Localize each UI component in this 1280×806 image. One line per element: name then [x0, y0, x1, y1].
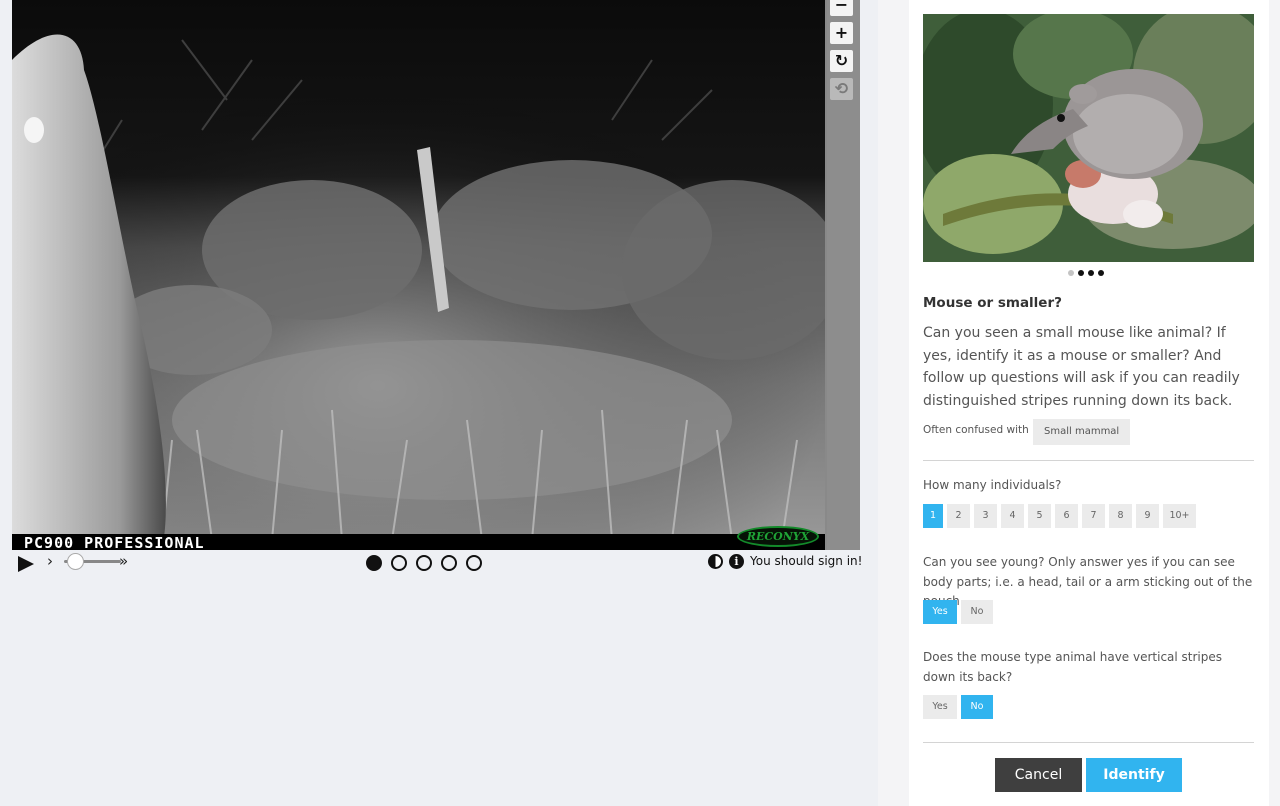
rotate-icon[interactable]: ↻ — [830, 50, 853, 72]
divider — [923, 460, 1254, 461]
speed-slider-thumb[interactable] — [67, 553, 85, 570]
reset-icon[interactable]: ⟲ — [830, 78, 853, 100]
carousel-dot-3[interactable] — [1088, 270, 1094, 276]
q3-option-no[interactable]: No — [961, 695, 993, 719]
photo-carousel-dots — [1068, 270, 1104, 276]
signin-message: You should sign in! — [750, 554, 863, 568]
frame-dot-4[interactable] — [441, 555, 457, 571]
question-stripes-label: Does the mouse type animal have vertical… — [923, 650, 1223, 684]
q3-option-yes[interactable]: Yes — [923, 695, 957, 719]
q1-option-5[interactable]: 5 — [1028, 504, 1051, 528]
question-individuals-label: How many individuals? — [923, 478, 1062, 492]
speed-slow-icon: › — [47, 552, 53, 570]
zoom-in-icon[interactable]: + — [830, 22, 853, 44]
identification-panel: Mouse or smaller? Can you seen a small m… — [878, 0, 1280, 806]
q1-option-2[interactable]: 2 — [947, 504, 970, 528]
carousel-dot-1[interactable] — [1068, 270, 1074, 276]
confused-with-chip[interactable]: Small mammal — [1033, 419, 1131, 445]
camera-trap-photo[interactable]: PC900 PROFESSIONAL RECONYX — [12, 0, 825, 550]
q1-option-8[interactable]: 8 — [1109, 504, 1132, 528]
speed-fast-icon: » — [119, 552, 129, 570]
frame-dot-5[interactable] — [466, 555, 482, 571]
q1-option-9[interactable]: 9 — [1136, 504, 1159, 528]
frame-dot-1[interactable] — [366, 555, 382, 571]
species-title: Mouse or smaller? — [923, 295, 1062, 311]
q2-option-no[interactable]: No — [961, 600, 993, 624]
species-card: Mouse or smaller? Can you seen a small m… — [909, 0, 1269, 806]
cancel-button[interactable]: Cancel — [995, 758, 1082, 792]
carousel-dot-4[interactable] — [1098, 270, 1104, 276]
identify-button[interactable]: Identify — [1086, 758, 1182, 792]
zoom-toolbar: − + ↻ ⟲ — [827, 0, 860, 550]
q1-option-1[interactable]: 1 — [923, 504, 943, 528]
camera-stamp: PC900 PROFESSIONAL — [24, 534, 205, 550]
species-reference-photo[interactable] — [923, 14, 1254, 262]
frame-pager — [366, 555, 482, 571]
mouse-photo — [923, 14, 1254, 262]
info-icon[interactable]: i — [729, 554, 744, 569]
q1-option-3[interactable]: 3 — [974, 504, 997, 528]
carousel-dot-2[interactable] — [1078, 270, 1084, 276]
q1-option-10plus[interactable]: 10+ — [1163, 504, 1196, 528]
frame-dot-3[interactable] — [416, 555, 432, 571]
species-description: Can you seen a small mouse like animal? … — [923, 325, 1240, 409]
play-icon — [18, 556, 34, 572]
playback-controls: › » i You should sign in! — [12, 550, 863, 577]
image-viewer: PC900 PROFESSIONAL RECONYX − + ↻ ⟲ — [12, 0, 860, 550]
frame-dot-2[interactable] — [391, 555, 407, 571]
zoom-out-icon[interactable]: − — [830, 0, 853, 16]
reconyx-logo: RECONYX — [737, 526, 819, 547]
play-button[interactable] — [17, 555, 35, 577]
q1-option-4[interactable]: 4 — [1001, 504, 1024, 528]
night-scene-image — [12, 0, 825, 550]
q1-option-7[interactable]: 7 — [1082, 504, 1105, 528]
q2-option-yes[interactable]: Yes — [923, 600, 957, 624]
divider — [923, 742, 1254, 743]
q1-option-6[interactable]: 6 — [1055, 504, 1078, 528]
contrast-icon[interactable] — [708, 554, 723, 569]
confused-with-label: Often confused with — [923, 424, 1029, 436]
